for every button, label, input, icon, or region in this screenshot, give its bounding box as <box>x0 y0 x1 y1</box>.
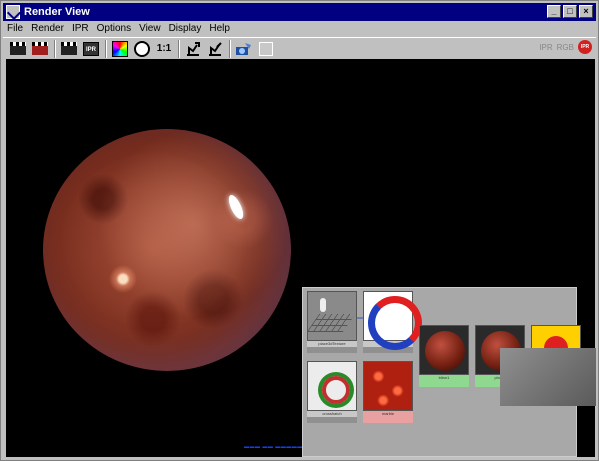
overlapping-panel <box>500 348 596 406</box>
rendered-sphere <box>43 129 291 371</box>
ipr-render-button[interactable] <box>60 40 78 58</box>
node-blinn1[interactable]: blinn1 <box>419 325 469 387</box>
close-button[interactable]: × <box>579 5 593 18</box>
material-ball-icon <box>419 325 469 375</box>
node-crosshatch[interactable]: crosshatch <box>307 361 357 423</box>
remove-image-button[interactable] <box>206 40 224 58</box>
place3d-grid-icon <box>307 291 357 341</box>
clapboard-ipr-icon <box>61 42 77 55</box>
camera-icon <box>236 42 251 55</box>
alpha-channel-button[interactable] <box>133 40 151 58</box>
toolbar-separator <box>178 39 180 58</box>
menu-help[interactable]: Help <box>205 22 234 37</box>
toolbar-separator <box>54 39 56 58</box>
menu-render[interactable]: Render <box>27 22 68 37</box>
rgb-label: RGB <box>556 42 574 52</box>
menu-display[interactable]: Display <box>165 22 206 37</box>
window-controls: _ □ × <box>547 5 593 18</box>
ipr-status-area: IPR RGB IPR <box>539 40 592 54</box>
minimize-button[interactable]: _ <box>547 5 561 18</box>
ipr-indicator-icon[interactable]: IPR <box>578 40 592 54</box>
alpha-channel-icon <box>134 40 150 57</box>
snapshot-button[interactable] <box>235 40 253 58</box>
remove-image-icon <box>209 41 222 56</box>
blank-icon <box>259 41 273 56</box>
node-bar <box>419 381 469 387</box>
node-swirl[interactable]: swirl <box>363 291 422 353</box>
node-marble[interactable]: marble <box>363 361 413 423</box>
menu-options[interactable]: Options <box>93 22 135 37</box>
toolbar-separator <box>105 39 107 58</box>
title-bar: Render View _ □ × <box>3 3 596 21</box>
rgb-channels-button[interactable] <box>111 40 129 58</box>
crosshatch-texture-icon <box>307 361 357 411</box>
render-view-app-icon <box>6 5 20 19</box>
maximize-button[interactable]: □ <box>563 5 577 18</box>
disabled-tool-button[interactable] <box>257 40 275 58</box>
node-bar <box>363 417 413 423</box>
node-place3dtexture[interactable]: place3dTexture <box>307 291 357 353</box>
rgb-channels-icon <box>112 40 128 57</box>
ipr-refresh-button[interactable]: IPR <box>82 40 100 58</box>
keep-image-button[interactable] <box>184 40 202 58</box>
menu-file[interactable]: File <box>3 22 27 37</box>
menu-ipr[interactable]: IPR <box>68 22 93 37</box>
toolbar-separator <box>229 39 231 58</box>
clapboard-region-icon <box>32 42 48 55</box>
clapboard-icon <box>10 42 26 55</box>
toolbar: IPR 1:1 <box>3 37 596 59</box>
render-region-button[interactable] <box>31 40 49 58</box>
menu-view[interactable]: View <box>135 22 165 37</box>
node-bar <box>307 347 357 353</box>
swirl-texture-icon <box>363 291 422 350</box>
real-size-button[interactable]: 1:1 <box>155 40 173 58</box>
ipr-label: IPR <box>539 42 553 52</box>
marble-texture-icon <box>363 361 413 411</box>
redo-render-button[interactable] <box>9 40 27 58</box>
window-title: Render View <box>24 6 90 18</box>
render-view-window: Render View _ □ × File Render IPR Option… <box>0 0 599 461</box>
node-bar <box>307 417 357 423</box>
keep-image-icon <box>187 41 200 56</box>
ipr-icon: IPR <box>83 41 99 56</box>
menu-bar: File Render IPR Options View Display Hel… <box>3 22 596 37</box>
